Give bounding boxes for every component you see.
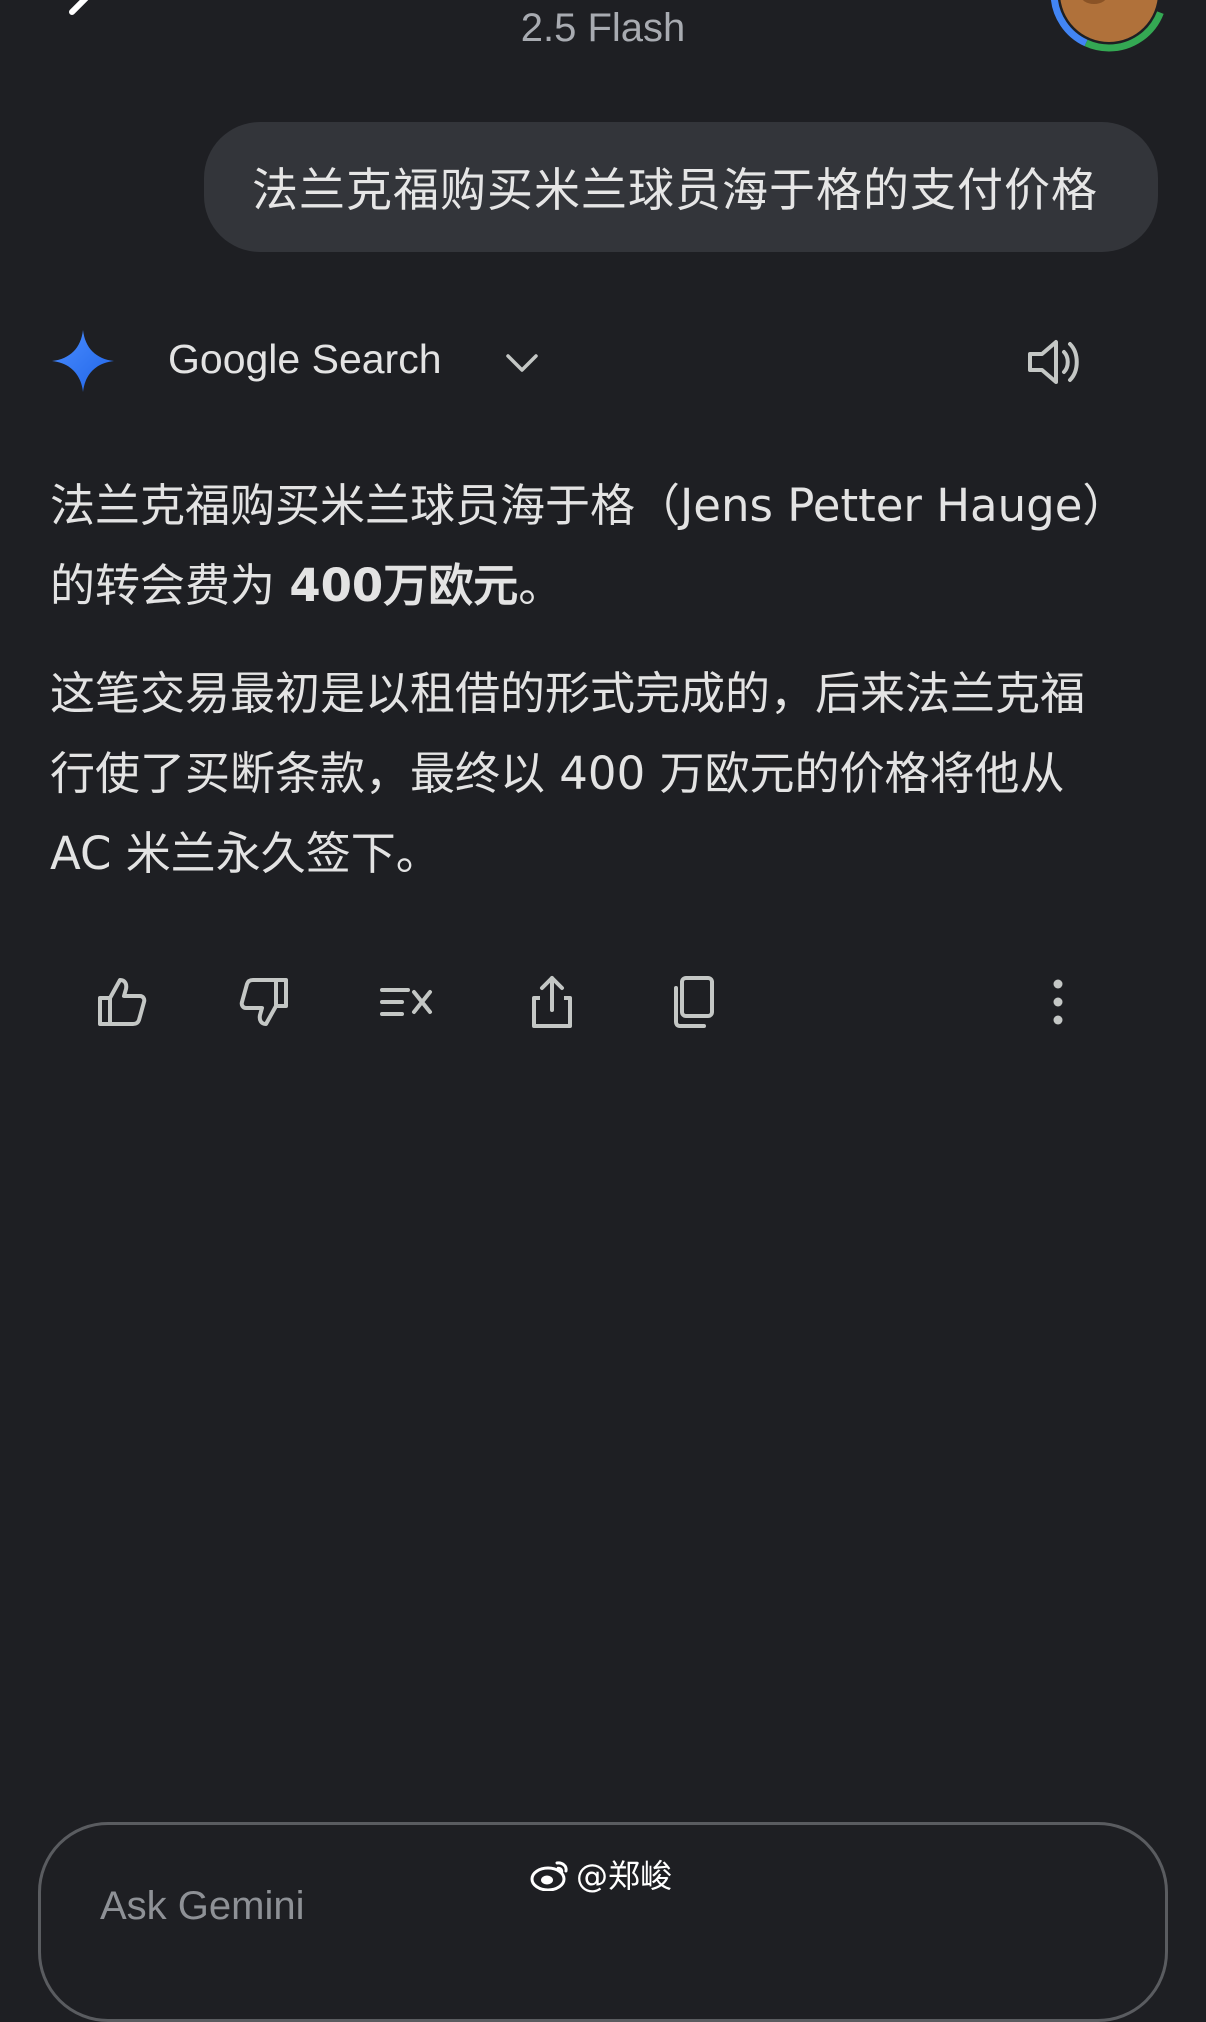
speaker-icon[interactable]	[1022, 330, 1086, 394]
model-name[interactable]: 2.5 Flash	[0, 6, 1206, 51]
response-paragraph-1: 法兰克福购买米兰球员海于格（Jens Petter Hauge） 的转会费为 4…	[50, 466, 1160, 626]
copy-icon[interactable]	[664, 972, 724, 1032]
response-text: 。	[518, 559, 564, 612]
watermark-text: @郑峻	[576, 1857, 673, 1895]
modify-response-icon[interactable]	[378, 972, 438, 1032]
response-line: 这笔交易最初是以租借的形式完成的，后来法兰克福	[50, 667, 1086, 720]
response-line: 法兰克福购买米兰球员海于格（Jens Petter Hauge）	[50, 479, 1128, 532]
response-source-label[interactable]: Google Search	[168, 336, 442, 383]
prompt-input-placeholder[interactable]: Ask Gemini	[100, 1884, 305, 1929]
response-line: AC 米兰永久签下。	[50, 827, 441, 880]
response-bold-text: 400万欧元	[289, 559, 519, 612]
user-message-bubble: 法兰克福购买米兰球员海于格的支付价格	[204, 122, 1158, 252]
thumbs-down-icon[interactable]	[234, 972, 294, 1032]
response-line: 行使了买断条款，最终以 400 万欧元的价格将他从	[50, 747, 1065, 800]
chevron-down-icon[interactable]	[502, 344, 542, 384]
user-message-text: 法兰克福购买米兰球员海于格的支付价格	[252, 163, 1098, 217]
response-actions-row	[0, 972, 1206, 1032]
response-paragraph-2: 这笔交易最初是以租借的形式完成的，后来法兰克福 行使了买断条款，最终以 400 …	[50, 654, 1160, 894]
response-line: 的转会费为 400万欧元。	[50, 546, 1160, 626]
weibo-logo-icon	[530, 1861, 568, 1891]
weibo-watermark: @郑峻	[530, 1852, 672, 1896]
response-text: 的转会费为	[50, 559, 290, 612]
share-icon[interactable]	[522, 972, 582, 1032]
gemini-sparkle-icon	[52, 330, 114, 392]
more-options-icon[interactable]	[1028, 972, 1088, 1032]
thumbs-up-icon[interactable]	[92, 972, 152, 1032]
avatar[interactable]	[1050, 0, 1168, 52]
